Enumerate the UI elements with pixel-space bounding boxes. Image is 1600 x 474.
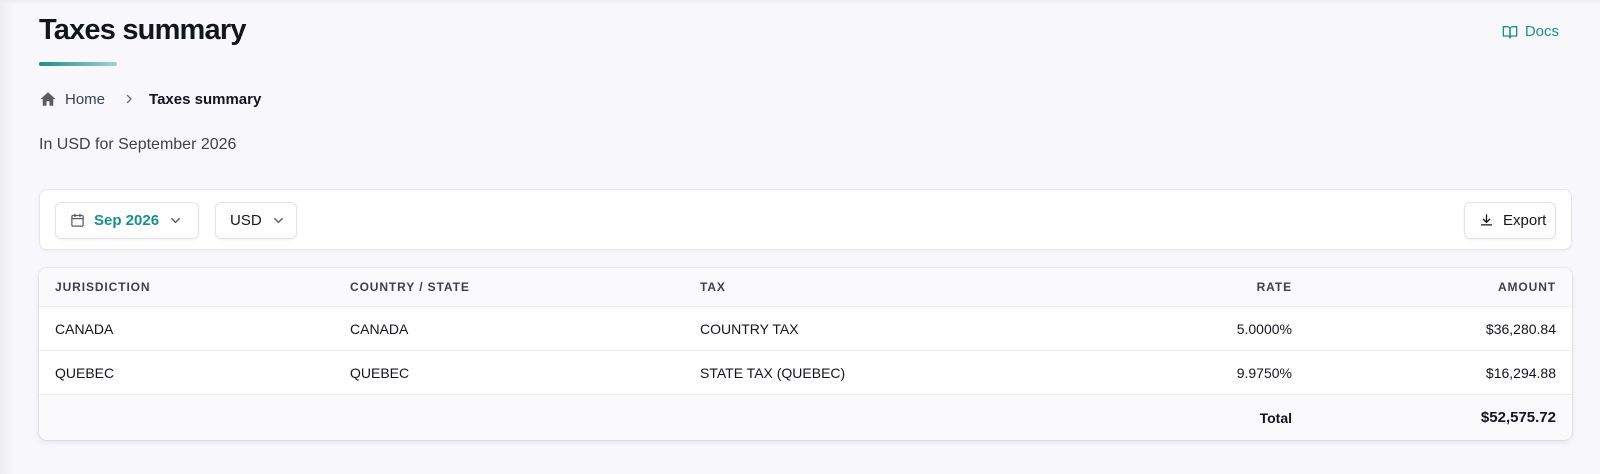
taxes-summary-page: Taxes summary Docs Home Taxes summary In…	[0, 0, 1600, 474]
table-total-row: Total $52,575.72	[39, 395, 1572, 440]
total-label: Total	[1259, 409, 1292, 426]
docs-link[interactable]: Docs	[1502, 23, 1559, 40]
period-label: Sep 2026	[94, 212, 160, 229]
export-button[interactable]: Export	[1464, 202, 1556, 239]
table-row: CANADA CANADA COUNTRY TAX 5.0000% $36,28…	[39, 307, 1572, 351]
calendar-icon	[70, 213, 85, 228]
column-header-tax: TAX	[700, 280, 726, 294]
column-header-rate: RATE	[1256, 280, 1292, 294]
cell-tax: COUNTRY TAX	[700, 320, 799, 337]
table-header-row: JURISDICTION COUNTRY / STATE TAX RATE AM…	[39, 268, 1572, 307]
total-value: $52,575.72	[1480, 409, 1556, 426]
docs-label: Docs	[1524, 23, 1559, 40]
cell-tax: STATE TAX (QUEBEC)	[700, 364, 846, 381]
cell-country-state: QUEBEC	[350, 364, 410, 381]
currency-label: USD	[230, 212, 262, 229]
export-label: Export	[1503, 212, 1547, 229]
column-header-jurisdiction: JURISDICTION	[55, 280, 151, 294]
breadcrumb-current: Taxes summary	[149, 90, 262, 108]
cell-rate: 9.9750%	[1236, 364, 1292, 381]
cell-amount: $36,280.84	[1485, 320, 1556, 337]
column-header-amount: AMOUNT	[1497, 280, 1556, 294]
breadcrumb-home-label: Home	[65, 90, 106, 108]
page-title: Taxes summary	[39, 14, 247, 46]
download-icon	[1479, 213, 1494, 228]
chevron-down-icon	[271, 213, 286, 228]
currency-selector-button[interactable]: USD	[215, 202, 297, 239]
cell-jurisdiction: CANADA	[55, 320, 114, 337]
breadcrumb: Home Taxes summary	[39, 90, 261, 108]
book-open-icon	[1502, 24, 1518, 40]
taxes-table: JURISDICTION COUNTRY / STATE TAX RATE AM…	[39, 268, 1572, 440]
title-underline	[39, 62, 117, 66]
cell-country-state: CANADA	[350, 320, 409, 337]
home-icon	[39, 90, 57, 108]
column-header-country-state: COUNTRY / STATE	[350, 280, 470, 294]
chevron-down-icon	[168, 213, 183, 228]
cell-jurisdiction: QUEBEC	[55, 364, 115, 381]
chevron-right-icon	[123, 93, 135, 105]
period-selector-button[interactable]: Sep 2026	[55, 202, 199, 239]
cell-rate: 5.0000%	[1236, 320, 1292, 337]
cell-amount: $16,294.88	[1485, 364, 1556, 381]
page-subtitle: In USD for September 2026	[39, 136, 237, 153]
filter-toolbar: Sep 2026 USD Export	[39, 189, 1572, 250]
breadcrumb-home[interactable]: Home	[39, 90, 105, 108]
table-row: QUEBEC QUEBEC STATE TAX (QUEBEC) 9.9750%…	[39, 351, 1572, 395]
